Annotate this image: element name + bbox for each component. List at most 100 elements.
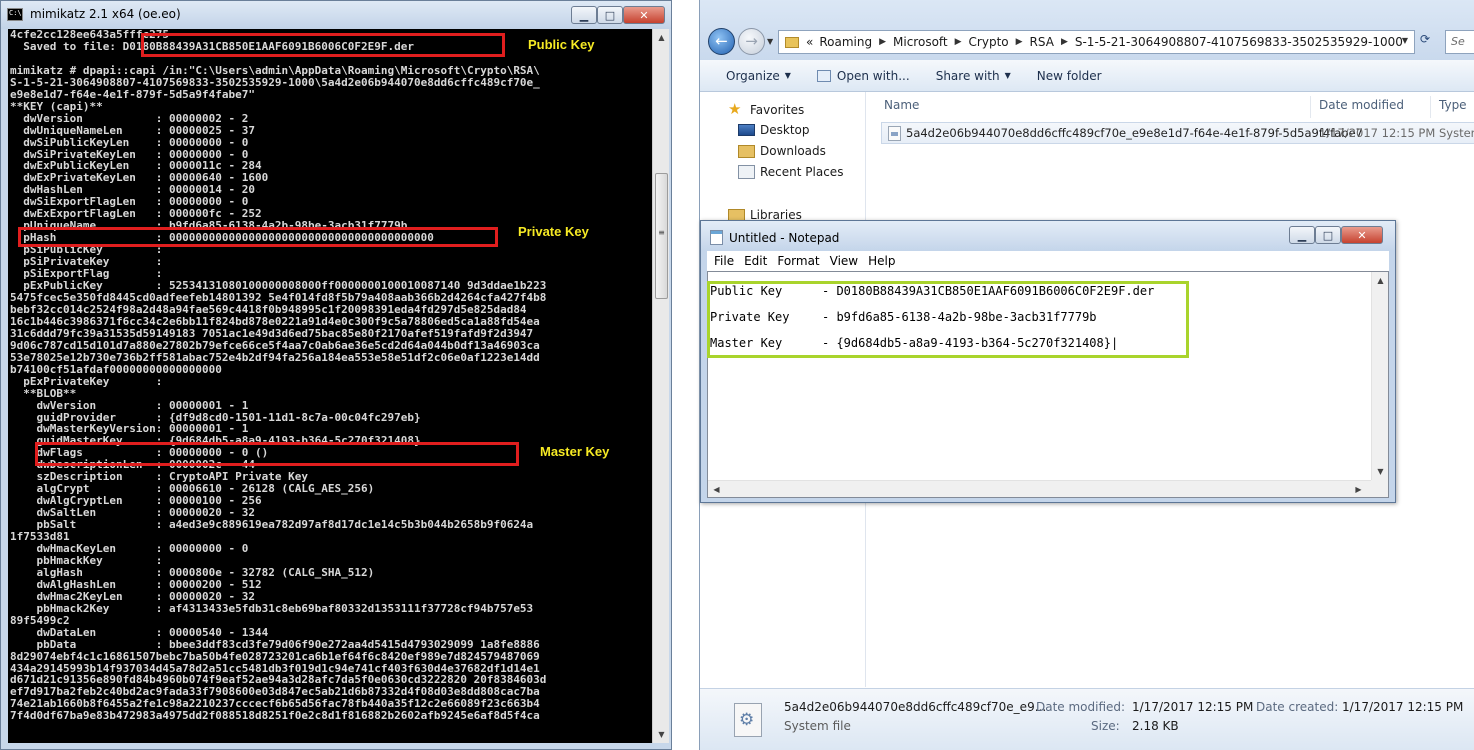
- console-line: dwVersion : 00000001 - 1: [10, 398, 249, 412]
- refresh-icon[interactable]: ⟳: [1420, 32, 1440, 52]
- notepad-menubar: File Edit Format View Help: [707, 251, 1389, 271]
- console-line: dwDataLen : 00000540 - 1344: [10, 625, 269, 639]
- console-line: dwUniqueNameLen : 00000025 - 37: [10, 123, 256, 137]
- console-line: e9e8e1d7-f64e-4e1f-879f-5d5a9f4fabe7": [10, 87, 256, 101]
- details-size: 2.18 KB: [1132, 719, 1179, 733]
- column-header-date-modified[interactable]: Date modified: [1319, 92, 1404, 118]
- console-line: 31c6ddd79fc39a31535d59149183 7051ac1e49d…: [10, 326, 534, 340]
- nav-downloads-label: Downloads: [760, 144, 826, 158]
- minimize-icon: ▁: [1297, 228, 1307, 242]
- open-with-button[interactable]: Open with...: [816, 69, 910, 83]
- breadcrumb-rsa[interactable]: RSA: [1027, 35, 1057, 49]
- scroll-up-icon[interactable]: ▲: [655, 31, 668, 44]
- scroll-grip-icon: ≡: [658, 228, 665, 237]
- chevron-right-icon[interactable]: ▶: [951, 37, 966, 47]
- system-file-large-icon: [734, 703, 762, 737]
- close-icon: ✕: [1357, 228, 1367, 242]
- console-line: dwVersion : 00000002 - 2: [10, 111, 249, 125]
- minimize-button[interactable]: ▁: [571, 6, 597, 24]
- scroll-right-icon[interactable]: ▶: [1352, 483, 1365, 496]
- breadcrumb-sid[interactable]: S-1-5-21-3064908807-4107569833-350253592…: [1072, 35, 1406, 49]
- close-button[interactable]: ✕: [623, 6, 665, 24]
- menu-file[interactable]: File: [714, 254, 734, 268]
- console-title: mimikatz 2.1 x64 (oe.eo): [30, 7, 181, 21]
- nav-desktop[interactable]: Desktop: [738, 123, 810, 137]
- scroll-up-icon[interactable]: ▲: [1374, 274, 1387, 287]
- console-line: **BLOB**: [10, 386, 77, 400]
- chevron-right-icon[interactable]: ▶: [1057, 37, 1072, 47]
- notepad-titlebar[interactable]: Untitled - Notepad ▁ □ ✕: [701, 221, 1395, 251]
- console-line: dwAlgHashLen : 00000200 - 512: [10, 577, 262, 591]
- back-button[interactable]: ←: [708, 28, 735, 55]
- notepad-close-button[interactable]: ✕: [1341, 226, 1383, 244]
- menu-format[interactable]: Format: [777, 254, 819, 268]
- breadcrumb-overflow[interactable]: «: [803, 35, 816, 49]
- console-line: 89f5499c2: [10, 613, 70, 627]
- nav-favorites[interactable]: ★ Favorites: [728, 102, 804, 117]
- maximize-icon: □: [1322, 228, 1334, 242]
- breadcrumb-crypto[interactable]: Crypto: [966, 35, 1012, 49]
- file-row[interactable]: 5a4d2e06b944070e8dd6cffc489cf70e_e9e8e1d…: [881, 122, 1474, 144]
- details-date-modified-label: Date modified:: [1036, 700, 1126, 714]
- scroll-down-icon[interactable]: ▼: [655, 728, 668, 741]
- desktop-icon: [738, 124, 755, 136]
- console-line: 8d29074ebf4c1c16861507bebc7ba50b4fe02872…: [10, 649, 540, 663]
- chevron-down-icon: ▼: [1004, 71, 1011, 80]
- column-divider[interactable]: [1430, 96, 1431, 118]
- console-line: 9d06c787cd15d101d7a880e27802b79efce66ce5…: [10, 338, 540, 352]
- share-with-label: Share with: [935, 68, 1000, 83]
- master-key-highlight: [35, 442, 519, 466]
- file-type: System: [1439, 126, 1474, 140]
- address-dropdown-icon[interactable]: ▼: [1402, 36, 1408, 45]
- address-bar[interactable]: « Roaming ▶ Microsoft ▶ Crypto ▶ RSA ▶ S…: [778, 30, 1430, 54]
- console-line: b74100cf51afdaf00000000000000000: [10, 362, 222, 376]
- new-folder-label: New folder: [1036, 68, 1102, 83]
- column-header-name[interactable]: Name: [884, 92, 919, 118]
- maximize-button[interactable]: □: [597, 6, 623, 24]
- details-file-name: 5a4d2e06b944070e8dd6cffc489cf70e_e9...: [784, 700, 1047, 714]
- chevron-right-icon[interactable]: ▶: [875, 37, 890, 47]
- console-scrollbar[interactable]: ▲ ≡ ▼: [652, 29, 669, 743]
- chevron-right-icon[interactable]: ▶: [1012, 37, 1027, 47]
- console-line: **KEY (capi)**: [10, 99, 103, 113]
- open-with-icon: [816, 69, 831, 82]
- close-icon: ✕: [639, 8, 649, 22]
- public-key-annotation: Public Key: [528, 37, 595, 52]
- search-input[interactable]: Se: [1445, 30, 1474, 54]
- menu-view[interactable]: View: [830, 254, 858, 268]
- breadcrumb-microsoft[interactable]: Microsoft: [890, 35, 951, 49]
- nav-recent-places[interactable]: Recent Places: [738, 165, 843, 179]
- recent-pages-dropdown[interactable]: ▼: [767, 37, 773, 46]
- scroll-left-icon[interactable]: ◀: [710, 483, 723, 496]
- scroll-down-icon[interactable]: ▼: [1374, 465, 1387, 478]
- file-name: 5a4d2e06b944070e8dd6cffc489cf70e_e9e8e1d…: [906, 126, 1363, 140]
- menu-help[interactable]: Help: [868, 254, 895, 268]
- chevron-down-icon: ▼: [784, 71, 791, 80]
- file-date-modified: 1/17/2017 12:15 PM: [1319, 126, 1436, 140]
- notepad-horizontal-scrollbar[interactable]: ◀ ▶: [708, 480, 1371, 497]
- notepad-minimize-button[interactable]: ▁: [1289, 226, 1315, 244]
- console-line: 53e78025e12b730e736b2ff581abac752e4b2df9…: [10, 350, 540, 364]
- details-file-kind: System file: [784, 719, 851, 733]
- console-output[interactable]: 4cfe2cc128ee643a5fffc275 Saved to file: …: [8, 29, 652, 743]
- menu-edit[interactable]: Edit: [744, 254, 767, 268]
- share-with-button[interactable]: Share with ▼: [936, 69, 1011, 83]
- notepad-maximize-button[interactable]: □: [1315, 226, 1341, 244]
- console-titlebar[interactable]: mimikatz 2.1 x64 (oe.eo) ▁ □ ✕: [1, 1, 671, 29]
- arrow-right-icon: →: [745, 32, 758, 50]
- forward-button[interactable]: →: [738, 28, 765, 55]
- column-divider[interactable]: [1310, 96, 1311, 118]
- details-pane: 5a4d2e06b944070e8dd6cffc489cf70e_e9... S…: [700, 688, 1474, 750]
- notepad-vertical-scrollbar[interactable]: ▲ ▼: [1371, 272, 1388, 480]
- breadcrumb-roaming[interactable]: Roaming: [816, 35, 875, 49]
- console-line: dwSiPublicKeyLen : 00000000 - 0: [10, 135, 249, 149]
- organize-label: Organize: [726, 68, 780, 83]
- console-line: 7f4d0df67ba9e83b472983a4975dd2f088518d82…: [10, 709, 540, 723]
- details-date-modified: 1/17/2017 12:15 PM: [1132, 700, 1254, 714]
- column-header-type[interactable]: Type: [1439, 92, 1467, 118]
- recent-places-icon: [738, 165, 755, 179]
- details-date-created-label: Date created:: [1256, 700, 1339, 714]
- nav-downloads[interactable]: Downloads: [738, 144, 826, 158]
- organize-button[interactable]: Organize ▼: [726, 69, 791, 83]
- new-folder-button[interactable]: New folder: [1037, 69, 1102, 83]
